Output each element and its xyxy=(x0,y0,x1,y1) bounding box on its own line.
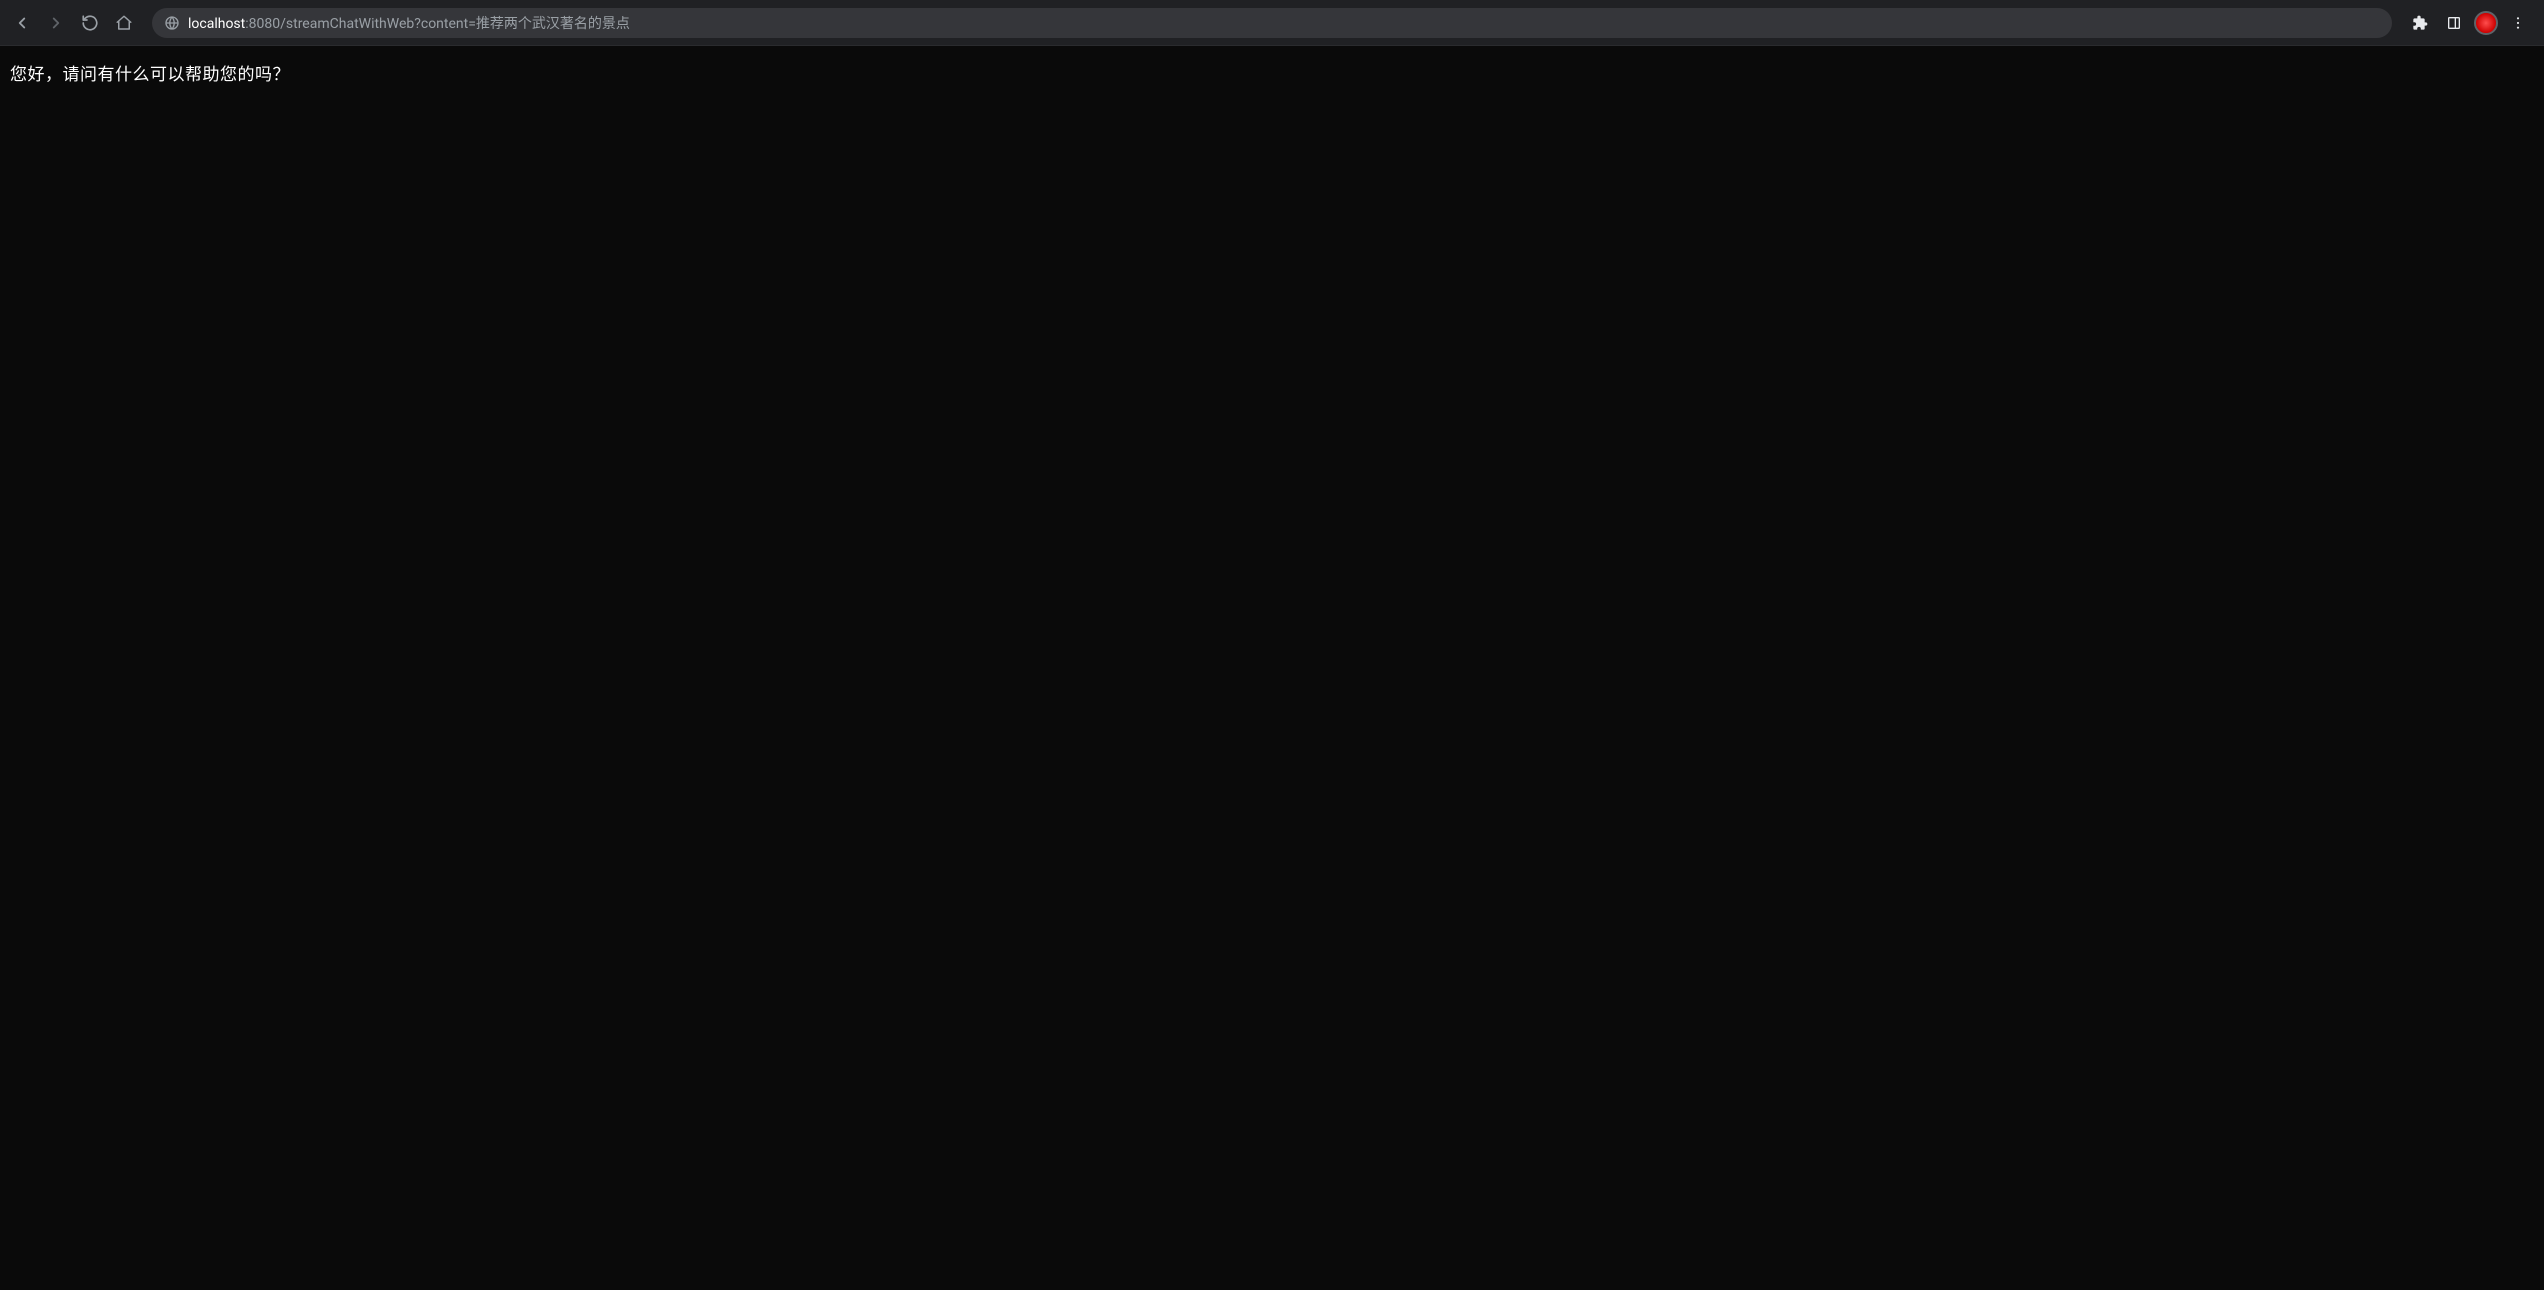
address-bar[interactable]: localhost:8080/streamChatWithWeb?content… xyxy=(152,8,2392,38)
browser-toolbar: localhost:8080/streamChatWithWeb?content… xyxy=(0,0,2544,46)
home-button[interactable] xyxy=(110,9,138,37)
extensions-icon[interactable] xyxy=(2406,9,2434,37)
url-host: localhost xyxy=(188,16,245,32)
reload-button[interactable] xyxy=(76,9,104,37)
toolbar-right xyxy=(2406,9,2536,37)
url-text: localhost:8080/streamChatWithWeb?content… xyxy=(188,13,630,33)
profile-avatar[interactable] xyxy=(2474,11,2498,35)
url-path: :8080/streamChatWithWeb?content=推荐两个武汉著名… xyxy=(245,16,630,32)
back-button[interactable] xyxy=(8,9,36,37)
browser-menu-button[interactable] xyxy=(2504,9,2532,37)
page-content: 您好，请问有什么可以帮助您的吗？ xyxy=(0,46,2544,1290)
panel-icon[interactable] xyxy=(2440,9,2468,37)
site-info-icon[interactable] xyxy=(164,15,180,31)
response-text: 您好，请问有什么可以帮助您的吗？ xyxy=(10,60,2534,85)
forward-button[interactable] xyxy=(42,9,70,37)
